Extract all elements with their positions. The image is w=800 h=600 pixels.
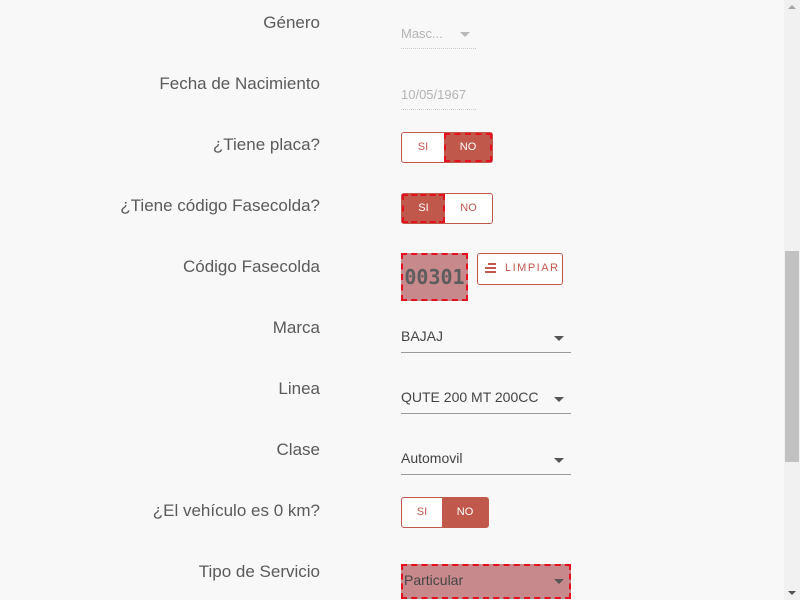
codigo-fasecolda-input[interactable]: 00301 bbox=[401, 253, 468, 301]
clear-icon bbox=[485, 263, 497, 273]
row-fecha-nacimiento: Fecha de Nacimiento 10/05/1967 bbox=[0, 74, 784, 135]
vehiculo-0km-label: ¿El vehículo es 0 km? bbox=[152, 501, 320, 520]
vehiculo-0km-si-button[interactable]: SI bbox=[402, 498, 442, 527]
row-tipo-servicio: Tipo de Servicio Particular bbox=[0, 562, 784, 600]
clase-select[interactable]: Automovil bbox=[401, 447, 571, 475]
tiene-placa-label: ¿Tiene placa? bbox=[212, 135, 320, 154]
tiene-fasecolda-label: ¿Tiene código Fasecolda? bbox=[120, 196, 320, 215]
genero-select[interactable]: Masc... bbox=[401, 24, 476, 49]
row-linea: Linea QUTE 200 MT 200CC bbox=[0, 379, 784, 440]
tiene-placa-si-button[interactable]: SI bbox=[402, 133, 444, 162]
vehicle-form-page: Género Masc... Fecha de Nacimiento 10/05… bbox=[0, 0, 800, 600]
chevron-down-icon bbox=[460, 32, 470, 37]
clase-value: Automovil bbox=[401, 450, 463, 466]
linea-label: Linea bbox=[278, 379, 320, 398]
tiene-fasecolda-toggle: SI NO bbox=[401, 193, 493, 224]
row-vehiculo-0km: ¿El vehículo es 0 km? SI NO bbox=[0, 497, 784, 562]
tiene-fasecolda-no-button[interactable]: NO bbox=[445, 194, 492, 223]
vehiculo-0km-toggle: SI NO bbox=[401, 497, 489, 528]
codigo-fasecolda-label: Código Fasecolda bbox=[182, 257, 320, 276]
fecha-nacimiento-field[interactable]: 10/05/1967 bbox=[401, 85, 476, 110]
tipo-servicio-value: Particular bbox=[404, 572, 464, 588]
tipo-servicio-select[interactable]: Particular bbox=[401, 564, 571, 599]
vertical-scrollbar[interactable] bbox=[784, 0, 800, 600]
scroll-down-arrow-icon[interactable] bbox=[788, 591, 796, 595]
chevron-down-icon bbox=[554, 397, 564, 402]
chevron-down-icon bbox=[554, 458, 564, 463]
limpiar-label: LIMPIAR bbox=[505, 262, 560, 274]
row-marca: Marca BAJAJ bbox=[0, 318, 784, 379]
limpiar-button[interactable]: LIMPIAR bbox=[477, 253, 563, 285]
row-genero: Género Masc... bbox=[0, 13, 784, 74]
row-codigo-fasecolda: Código Fasecolda 00301 LIMPIAR bbox=[0, 253, 784, 318]
tiene-fasecolda-si-button[interactable]: SI bbox=[402, 194, 445, 223]
scroll-up-arrow-icon[interactable] bbox=[788, 5, 796, 9]
chevron-down-icon bbox=[554, 336, 564, 341]
vehiculo-0km-no-button[interactable]: NO bbox=[442, 498, 488, 527]
marca-value: BAJAJ bbox=[401, 328, 444, 344]
tipo-servicio-label: Tipo de Servicio bbox=[198, 562, 320, 581]
fecha-nacimiento-value: 10/05/1967 bbox=[401, 87, 467, 102]
row-clase: Clase Automovil bbox=[0, 440, 784, 501]
genero-value: Masc... bbox=[401, 26, 443, 41]
tiene-placa-toggle: SI NO bbox=[401, 132, 493, 163]
row-tiene-fasecolda: ¿Tiene código Fasecolda? SI NO bbox=[0, 193, 784, 257]
linea-select[interactable]: QUTE 200 MT 200CC bbox=[401, 386, 571, 414]
clase-label: Clase bbox=[276, 440, 320, 459]
linea-value: QUTE 200 MT 200CC bbox=[401, 389, 539, 405]
scrollbar-thumb[interactable] bbox=[785, 251, 799, 462]
marca-label: Marca bbox=[272, 318, 320, 337]
tiene-placa-no-button[interactable]: NO bbox=[444, 133, 492, 162]
row-tiene-placa: ¿Tiene placa? SI NO bbox=[0, 132, 784, 196]
marca-select[interactable]: BAJAJ bbox=[401, 325, 571, 353]
genero-label: Género bbox=[263, 13, 320, 32]
fecha-nacimiento-label: Fecha de Nacimiento bbox=[159, 74, 320, 93]
chevron-down-icon bbox=[554, 579, 564, 584]
